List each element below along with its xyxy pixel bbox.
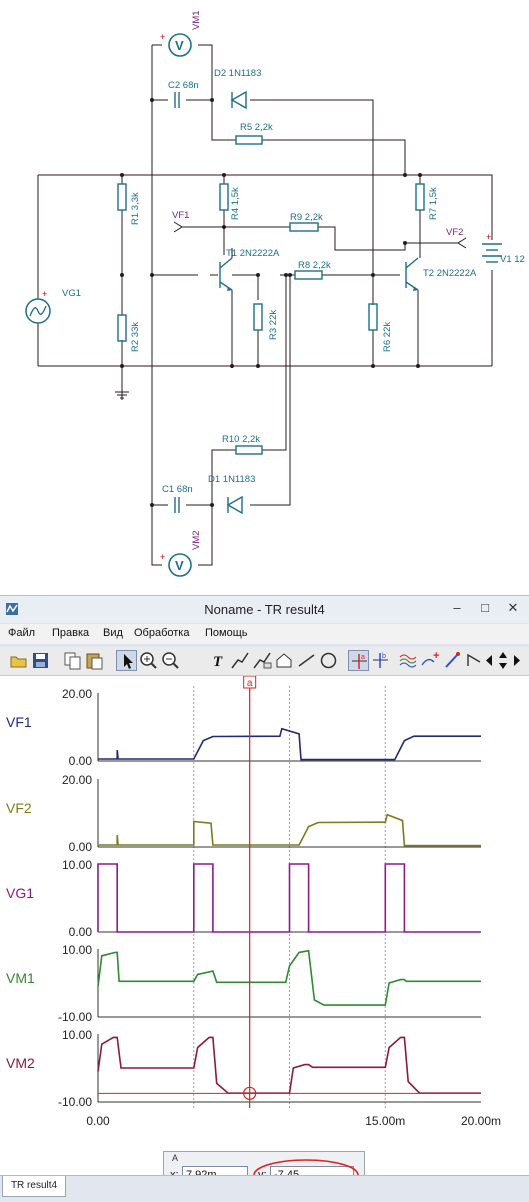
svg-text:T: T: [213, 654, 223, 670]
t1-label: T1 2N2222A: [226, 248, 280, 259]
vg1-ytick-bottom: 0.00: [69, 925, 93, 939]
svg-text:+: +: [433, 650, 439, 662]
right-arrow-icon[interactable]: [510, 650, 524, 671]
add-curve-icon[interactable]: +: [420, 650, 441, 671]
zoom-in-icon[interactable]: [138, 650, 159, 671]
text-icon[interactable]: T: [208, 650, 229, 671]
save-icon[interactable]: [30, 650, 51, 671]
svg-text:+: +: [486, 232, 491, 242]
r4-label: R4 1,5k: [230, 187, 241, 220]
r9-label: R9 2,2k: [290, 212, 323, 223]
vm1-ytick-bottom: -10.00: [58, 1010, 92, 1024]
close-button[interactable]: ✕: [500, 598, 526, 618]
vf2-ytick-top: 20.00: [62, 773, 92, 787]
waveform-chart[interactable]: 20.00 0.00 VF1 20.00 0.00 VF2 10.00 0.00 VG1 10.0…: [0, 675, 529, 1151]
c2-label: C2 68n: [168, 80, 199, 91]
curve-label-icon[interactable]: [252, 650, 273, 671]
r5-label: R5 2,2k: [240, 122, 273, 133]
c1-label: C1 68n: [162, 484, 193, 495]
pen-icon[interactable]: [442, 650, 463, 671]
zoom-out-icon[interactable]: [160, 650, 181, 671]
svg-text:b: b: [382, 653, 386, 660]
title-bar: Noname - TR result4 ‒ □ ✕: [0, 596, 529, 623]
vm2-ytick-bottom: -10.00: [58, 1095, 92, 1109]
svg-text:V: V: [175, 558, 184, 573]
cursor-b-icon[interactable]: b: [370, 650, 391, 671]
circle-icon[interactable]: [318, 650, 339, 671]
d2-label: D2 1N1183: [214, 68, 261, 79]
vm1-label: VM1: [191, 10, 202, 30]
vm2-ytick-top: 10.00: [62, 1028, 92, 1042]
vf2-ytick-bottom: 0.00: [69, 840, 93, 854]
maximize-button[interactable]: □: [472, 598, 498, 618]
cursor-panel-title: A: [172, 1153, 179, 1163]
vg1-ytick-top: 10.00: [62, 858, 92, 872]
r6-label: R6 22k: [382, 322, 393, 352]
tab-strip: TR result4: [0, 1175, 529, 1202]
menu-bar: Файл Правка Вид Обработка Помощь: [0, 624, 529, 644]
paste-icon[interactable]: [84, 650, 105, 671]
r1-label: R1 3,3k: [130, 192, 141, 225]
svg-text:a: a: [361, 654, 365, 661]
vm2-series-line: [97, 1036, 481, 1095]
menu-edit[interactable]: Правка: [52, 627, 89, 639]
t2-label: T2 2N2222A: [423, 268, 477, 279]
arrow-select-icon[interactable]: [116, 650, 137, 671]
result-window: Noname - TR result4 ‒ □ ✕ Файл Правка Ви…: [0, 595, 529, 1202]
open-folder-icon[interactable]: [8, 650, 29, 671]
tab-tr-result4[interactable]: TR result4: [2, 1176, 66, 1197]
r8-label: R8 2,2k: [298, 260, 331, 271]
toolbar: T a b +: [0, 647, 529, 676]
cursor-a-icon[interactable]: a: [348, 650, 369, 671]
vm2-label: VM2: [191, 530, 202, 550]
circuit-schematic: V + VM1 C2 68n D2 1N1183 R5 2,2k R1 3,3k…: [0, 0, 529, 582]
svg-text:V: V: [175, 38, 184, 53]
copy-icon[interactable]: [62, 650, 83, 671]
vg1-series-line: [97, 863, 481, 933]
cursor-a-label: a: [247, 678, 253, 689]
x-tick-label-2: 20.00m: [461, 1114, 501, 1128]
v1-label: V1 12: [500, 254, 525, 265]
menu-view[interactable]: Вид: [103, 627, 123, 639]
svg-text:+: +: [42, 289, 47, 299]
menu-help[interactable]: Помощь: [205, 627, 248, 639]
r3-label: R3 22k: [268, 310, 279, 340]
minimize-button[interactable]: ‒: [444, 598, 470, 618]
line-icon[interactable]: [296, 650, 317, 671]
curve-icon[interactable]: [230, 650, 251, 671]
home-icon[interactable]: [274, 650, 295, 671]
vf2-channel-label: VF2: [6, 800, 32, 816]
r2-label: R2 33k: [130, 322, 141, 352]
vm1-channel-label: VM1: [6, 970, 35, 986]
svg-text:+: +: [160, 552, 165, 562]
waves-icon[interactable]: [398, 650, 419, 671]
vf1-label: VF1: [172, 210, 189, 221]
plot-area[interactable]: 20.00 0.00 VF1 20.00 0.00 VF2 10.00 0.00 VG1 10.0…: [0, 675, 529, 1176]
svg-text:+: +: [160, 32, 165, 42]
menu-file[interactable]: Файл: [8, 627, 35, 639]
vf1-channel-label: VF1: [6, 714, 32, 730]
left-arrow-icon[interactable]: [482, 650, 496, 671]
x-tick-label-0: 0.00: [86, 1114, 110, 1128]
vm2-channel-label: VM2: [6, 1055, 35, 1071]
vm1-ytick-top: 10.00: [62, 943, 92, 957]
vg1-label: VG1: [62, 288, 81, 299]
d1-label: D1 1N1183: [208, 474, 255, 485]
updown-arrow-icon[interactable]: [496, 650, 510, 671]
r7-label: R7 1,5k: [428, 187, 439, 220]
x-tick-label-1: 15.00m: [365, 1114, 405, 1128]
r10-label: R10 2,2k: [222, 434, 260, 445]
vf2-label: VF2: [446, 227, 463, 238]
menu-analysis[interactable]: Обработка: [134, 627, 189, 639]
vf1-ytick-top: 20.00: [62, 687, 92, 701]
vg1-channel-label: VG1: [6, 885, 34, 901]
vf1-ytick-bottom: 0.00: [69, 754, 93, 768]
